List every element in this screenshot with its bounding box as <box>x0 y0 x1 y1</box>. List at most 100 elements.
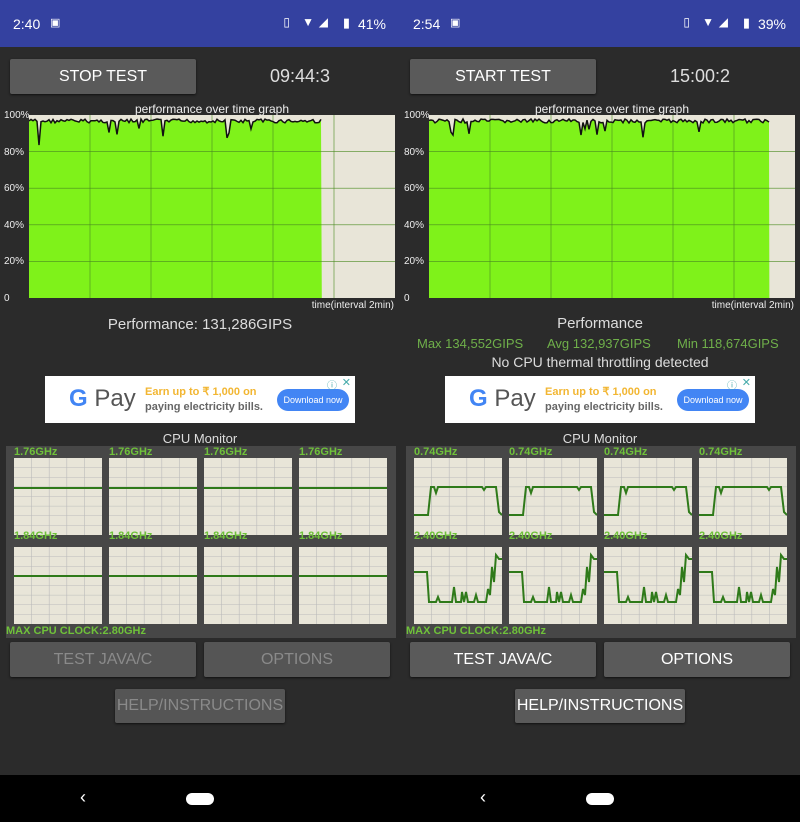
test-java-c-button[interactable]: TEST JAVA/C <box>410 642 596 677</box>
y-tick-label: 60% <box>404 183 425 195</box>
wifi-icon: ▼ <box>702 15 714 29</box>
max-cpu-clock: MAX CPU CLOCK:2.80GHz <box>6 625 146 637</box>
status-bar: 2:40 ▣ ▯ ▼ ◢ ▮ 41% <box>0 0 400 47</box>
x-axis-label: time(interval 2min) <box>311 300 394 311</box>
ad-text-2: paying electricity bills. <box>145 401 263 413</box>
core-frequency-graph <box>14 458 102 535</box>
ad-info-icon[interactable]: ⓘ <box>327 377 337 392</box>
home-icon[interactable] <box>186 793 214 805</box>
max-stat: Max 134,552GIPS <box>417 336 524 351</box>
core-frequency-graph <box>414 458 502 535</box>
status-bar: 2:54 ▣ ▯ ▼ ◢ ▮ 39% <box>400 0 800 47</box>
core-frequency-label: 1.84GHz <box>109 530 153 542</box>
core-frequency-label: 2.40GHz <box>604 530 648 542</box>
core-frequency-label: 1.84GHz <box>299 530 343 542</box>
ad-download-button[interactable]: Download now <box>277 389 349 411</box>
core-frequency-graph <box>14 547 102 624</box>
y-tick-label: 40% <box>4 219 25 231</box>
core-frequency-graph <box>204 547 292 624</box>
ad-close-icon[interactable]: ✕ <box>342 376 351 389</box>
core-frequency-label: 0.74GHz <box>699 446 743 458</box>
ad-text-1: Earn up to ₹ 1,000 on <box>145 386 257 398</box>
home-icon[interactable] <box>586 793 614 805</box>
wifi-icon: ▼ <box>302 15 314 29</box>
clock: 2:54 <box>413 16 441 32</box>
gpay-logo: G G PayPay <box>469 385 536 412</box>
notification-icon: ▣ <box>450 17 461 29</box>
ad-banner[interactable]: G G PayPay Earn up to ₹ 1,000 on paying … <box>45 376 355 423</box>
main-test-button[interactable]: START TEST <box>410 59 596 94</box>
back-icon[interactable]: ‹ <box>480 787 486 808</box>
battery-level: 41% <box>357 16 386 32</box>
phone-screen: 2:40 ▣ ▯ ▼ ◢ ▮ 41% STOP TEST 09:44:3 per… <box>0 0 400 822</box>
performance-graph <box>29 115 395 298</box>
core-frequency-graph <box>509 458 597 535</box>
navigation-bar: ‹ <box>400 775 800 822</box>
core-frequency-graph <box>109 458 197 535</box>
y-tick-label: 100% <box>4 110 30 121</box>
ad-download-button[interactable]: Download now <box>677 389 749 411</box>
core-frequency-label: 1.76GHz <box>204 446 248 458</box>
core-frequency-label: 1.84GHz <box>14 530 58 542</box>
ad-info-icon[interactable]: ⓘ <box>727 377 737 392</box>
clock: 2:40 <box>13 16 41 32</box>
core-frequency-label: 2.40GHz <box>414 530 458 542</box>
max-cpu-clock: MAX CPU CLOCK:2.80GHz <box>406 625 546 637</box>
x-axis-label: time(interval 2min) <box>711 300 794 311</box>
frequency-line <box>604 486 692 516</box>
core-frequency-graph <box>299 547 387 624</box>
performance-result: Performance: 131,286GIPS <box>107 316 293 333</box>
signal-icon: ◢ <box>718 15 728 29</box>
ad-text-2: paying electricity bills. <box>545 401 663 413</box>
battery-icon: ▮ <box>742 15 750 30</box>
frequency-line <box>414 486 502 516</box>
graph-title: performance over time graph <box>534 102 690 116</box>
throttling-status: No CPU thermal throttling detected <box>491 354 709 370</box>
main-test-button[interactable]: STOP TEST <box>10 59 196 94</box>
phone-screen: 2:54 ▣ ▯ ▼ ◢ ▮ 39% START TEST 15:00:2 pe… <box>400 0 800 822</box>
navigation-bar: ‹ <box>0 775 400 822</box>
performance-area <box>429 119 770 298</box>
options-button[interactable]: OPTIONS <box>604 642 790 677</box>
frequency-line <box>699 486 787 516</box>
help-instructions-button[interactable]: HELP/INSTRUCTIONS <box>515 689 685 723</box>
core-frequency-graph <box>604 458 692 535</box>
vibrate-icon: ▯ <box>283 15 290 29</box>
avg-stat: Avg 132,937GIPS <box>547 336 651 351</box>
core-frequency-graph <box>699 547 787 624</box>
y-tick-label: 60% <box>4 183 25 195</box>
y-tick-label: 40% <box>404 219 425 231</box>
performance-graph <box>429 115 795 298</box>
cpu-monitor-title: CPU Monitor <box>562 431 638 446</box>
gpay-logo: G G PayPay <box>69 385 136 412</box>
test-timer: 09:44:3 <box>269 66 331 86</box>
ad-close-icon[interactable]: ✕ <box>742 376 751 389</box>
test-java-c-button[interactable]: TEST JAVA/C <box>10 642 196 677</box>
help-instructions-button[interactable]: HELP/INSTRUCTIONS <box>115 689 285 723</box>
y-tick-label: 20% <box>404 256 425 268</box>
y-tick-label: 80% <box>404 146 425 158</box>
core-frequency-graph <box>604 547 692 624</box>
core-frequency-label: 0.74GHz <box>509 446 553 458</box>
options-button[interactable]: OPTIONS <box>204 642 390 677</box>
y-tick-label: 100% <box>404 110 430 121</box>
core-frequency-graph <box>699 458 787 535</box>
performance-result: Performance <box>557 315 643 332</box>
ad-text-1: Earn up to ₹ 1,000 on <box>545 386 657 398</box>
y-tick-label: 20% <box>4 256 25 268</box>
frequency-line <box>509 486 597 516</box>
core-frequency-graph <box>299 458 387 535</box>
core-frequency-graph <box>509 547 597 624</box>
core-frequency-label: 1.76GHz <box>299 446 343 458</box>
core-frequency-label: 1.76GHz <box>109 446 153 458</box>
core-frequency-label: 0.74GHz <box>604 446 648 458</box>
y-tick-label: 80% <box>4 146 25 158</box>
y-tick-label: 0 <box>4 293 10 304</box>
core-frequency-label: 0.74GHz <box>414 446 458 458</box>
ad-banner[interactable]: G G PayPay Earn up to ₹ 1,000 on paying … <box>445 376 755 423</box>
test-timer: 15:00:2 <box>669 66 731 86</box>
back-icon[interactable]: ‹ <box>80 787 86 808</box>
y-tick-label: 0 <box>404 293 410 304</box>
graph-title: performance over time graph <box>134 102 290 116</box>
performance-area <box>29 119 322 298</box>
